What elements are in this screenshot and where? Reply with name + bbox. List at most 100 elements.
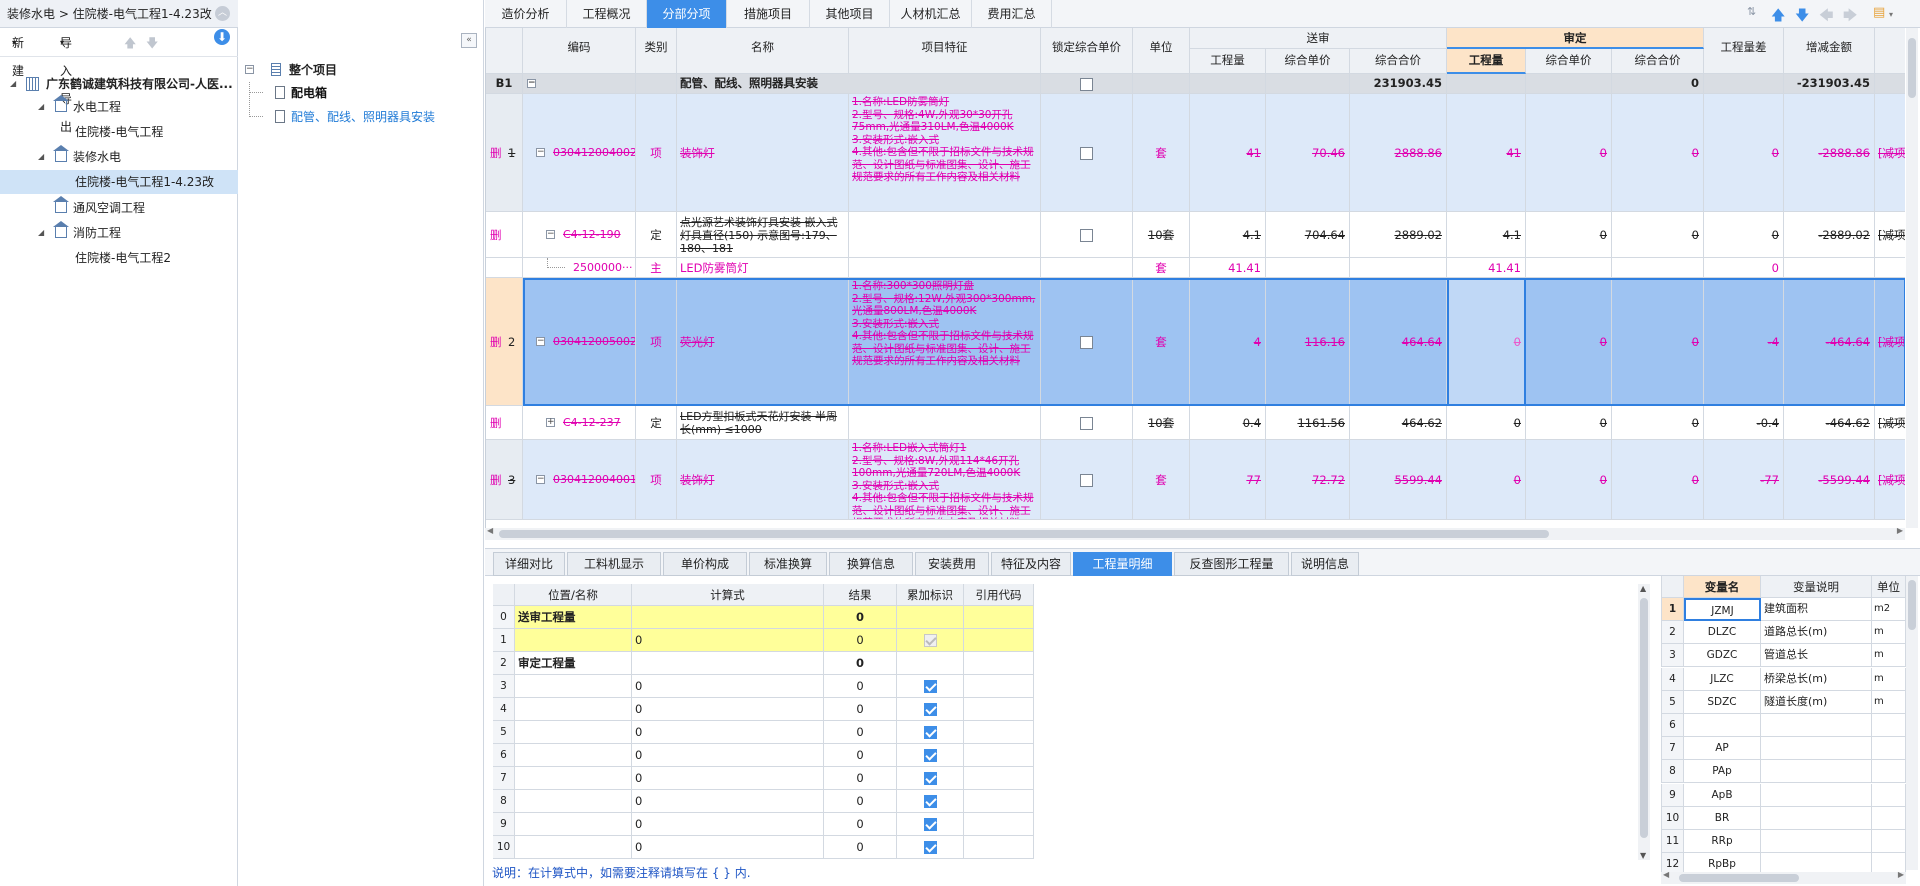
- qty-accumulate-cell[interactable]: [897, 744, 964, 767]
- qty-accumulate-cell[interactable]: [897, 767, 964, 790]
- row-code[interactable]: + C4-12-237: [523, 406, 636, 440]
- row-name[interactable]: LED方型扣板式天花灯安装 半周长(mm) ≤1000: [677, 406, 849, 440]
- row-d_qty[interactable]: 41: [1447, 94, 1526, 212]
- row-d_price[interactable]: [1526, 258, 1612, 278]
- accumulate-checkbox[interactable]: [923, 703, 937, 716]
- chevron-down-icon[interactable]: ▾: [1889, 10, 1893, 19]
- qty-accumulate-cell[interactable]: [897, 836, 964, 859]
- detail-tab-7[interactable]: 工程量明细: [1073, 552, 1172, 576]
- move-down-arrow-icon[interactable]: 🡇: [1795, 5, 1809, 29]
- row-d_qty[interactable]: 0: [1447, 406, 1526, 440]
- tree-node[interactable]: ◢ 水电工程: [0, 95, 238, 119]
- move-right-arrow-icon[interactable]: 🡆: [1843, 5, 1857, 29]
- qty-ref-cell[interactable]: [964, 836, 1034, 859]
- row-mark[interactable]: 删: [486, 406, 523, 440]
- qty-header-0[interactable]: 位置/名称: [515, 584, 632, 606]
- row-mark[interactable]: [486, 258, 523, 278]
- delete-mark[interactable]: 删: [490, 94, 502, 211]
- row-mark[interactable]: 删: [486, 212, 523, 258]
- qty-vertical-scrollbar[interactable]: ▲ ▼: [1638, 584, 1650, 860]
- collapse-icon[interactable]: −: [546, 230, 555, 239]
- row-d_qty[interactable]: 0: [1447, 278, 1526, 406]
- collapse-icon[interactable]: −: [536, 475, 545, 484]
- row-mark[interactable]: 删3: [486, 440, 523, 520]
- qty-header-2[interactable]: 结果: [824, 584, 897, 606]
- move-up-arrow-icon[interactable]: 🡅: [1771, 5, 1785, 29]
- qty-name-cell[interactable]: [515, 836, 632, 859]
- tab-6[interactable]: 费用汇总: [972, 0, 1052, 28]
- grid-vertical-scrollbar[interactable]: [1906, 28, 1918, 528]
- collapse-icon[interactable]: −: [527, 79, 536, 88]
- header-unit[interactable]: 单位: [1133, 28, 1190, 74]
- detail-tab-6[interactable]: 特征及内容: [991, 552, 1071, 576]
- detail-tab-3[interactable]: 标准换算: [749, 552, 827, 576]
- qty-formula-cell[interactable]: 0: [632, 744, 824, 767]
- tree-item-distribution-box[interactable]: 配电箱: [245, 82, 475, 104]
- qty-name-cell[interactable]: 送审工程量: [515, 606, 632, 629]
- row-feature[interactable]: 1.名称:300*300照明灯盘 2.型号、规格:12W,外观300*300mm…: [849, 278, 1041, 406]
- row-lock[interactable]: [1041, 440, 1133, 520]
- var-header-2[interactable]: 单位: [1872, 576, 1906, 598]
- delete-mark[interactable]: 删: [490, 440, 502, 519]
- tab-4[interactable]: 其他项目: [810, 0, 890, 28]
- header-diff[interactable]: 工程量差: [1704, 28, 1784, 74]
- qty-ref-cell[interactable]: [964, 629, 1034, 652]
- header-s_qty[interactable]: 工程量: [1190, 49, 1266, 74]
- row-d_qty[interactable]: 4.1: [1447, 212, 1526, 258]
- row-mark[interactable]: 删2: [486, 278, 523, 406]
- qty-ref-cell[interactable]: [964, 790, 1034, 813]
- qty-formula-cell[interactable]: 0: [632, 836, 824, 859]
- row-d_qty[interactable]: 0: [1447, 440, 1526, 520]
- row-code[interactable]: 2500000···: [523, 258, 636, 278]
- var-name-cell[interactable]: ApB: [1684, 783, 1761, 807]
- tab-5[interactable]: 人材机汇总: [890, 0, 972, 28]
- row-name[interactable]: 点光源艺术装饰灯具安装 嵌入式 灯具直径(150) 示意图号:179、180、1…: [677, 212, 849, 258]
- var-name-cell[interactable]: PAp: [1684, 760, 1761, 784]
- accumulate-checkbox[interactable]: [923, 680, 937, 693]
- qty-name-cell[interactable]: [515, 698, 632, 721]
- var-name-cell[interactable]: DLZC: [1684, 621, 1761, 645]
- qty-ref-cell[interactable]: [964, 721, 1034, 744]
- row-lock[interactable]: [1041, 212, 1133, 258]
- row-code[interactable]: −030412004001: [523, 440, 636, 520]
- var-header-0[interactable]: 变量名: [1684, 576, 1761, 598]
- lock-checkbox[interactable]: [1080, 78, 1093, 91]
- qty-formula-cell[interactable]: 0: [632, 790, 824, 813]
- qty-accumulate-cell[interactable]: [897, 629, 964, 652]
- row-feature[interactable]: [849, 258, 1041, 278]
- detail-tab-9[interactable]: 说明信息: [1291, 552, 1359, 576]
- qty-formula-cell[interactable]: 0: [632, 721, 824, 744]
- accumulate-checkbox[interactable]: [923, 818, 937, 831]
- group-row-collapse[interactable]: −: [523, 74, 636, 94]
- header-extra[interactable]: [1875, 28, 1905, 74]
- row-name[interactable]: LED防雾筒灯: [677, 258, 849, 278]
- row-mark[interactable]: 删1: [486, 94, 523, 212]
- qty-name-cell[interactable]: [515, 629, 632, 652]
- row-lock[interactable]: [1041, 94, 1133, 212]
- settings-icon[interactable]: ▤: [1873, 5, 1885, 20]
- var-name-cell[interactable]: AP: [1684, 737, 1761, 761]
- tree-node[interactable]: 住院楼-电气工程1-4.23改: [0, 170, 238, 194]
- detail-tab-8[interactable]: 反查图形工程量: [1174, 552, 1289, 576]
- header-code[interactable]: 编码: [523, 28, 636, 74]
- row-code[interactable]: −030412005002: [523, 278, 636, 406]
- collapse-icon[interactable]: −: [245, 65, 254, 74]
- var-name-cell[interactable]: BR: [1684, 806, 1761, 830]
- expand-triangle-icon[interactable]: ◢: [38, 95, 44, 119]
- tree-root[interactable]: − 整个项目: [245, 59, 475, 81]
- header-lock[interactable]: 锁定综合单价: [1041, 28, 1133, 74]
- row-d_qty[interactable]: 41.41: [1447, 258, 1526, 278]
- var-name-cell[interactable]: JZMJ: [1684, 598, 1761, 621]
- row-code[interactable]: −030412004002: [523, 94, 636, 212]
- qty-name-cell[interactable]: [515, 790, 632, 813]
- group-row-lock[interactable]: [1041, 74, 1133, 94]
- qty-accumulate-cell[interactable]: [897, 721, 964, 744]
- collapse-icon[interactable]: −: [536, 337, 545, 346]
- lock-checkbox[interactable]: [1080, 336, 1093, 349]
- qty-ref-cell[interactable]: [964, 813, 1034, 836]
- qty-ref-cell[interactable]: [964, 606, 1034, 629]
- qty-name-cell[interactable]: [515, 721, 632, 744]
- detail-tab-5[interactable]: 安装费用: [915, 552, 989, 576]
- qty-accumulate-cell[interactable]: [897, 698, 964, 721]
- qty-accumulate-cell[interactable]: [897, 675, 964, 698]
